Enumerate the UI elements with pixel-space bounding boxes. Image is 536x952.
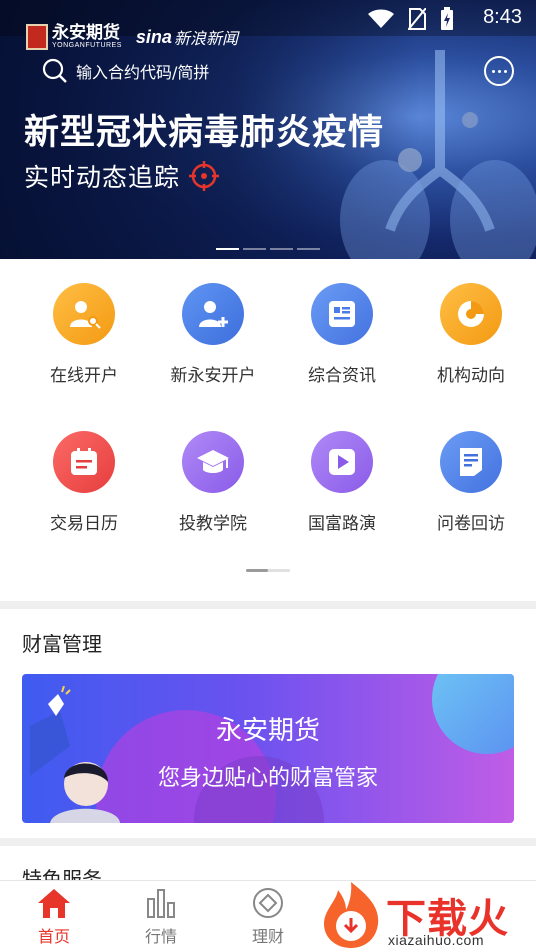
no-sim-icon	[408, 8, 426, 30]
tab-label: 理财	[251, 927, 284, 946]
grid-item-new-yongan-account[interactable]: 新永安开户	[148, 283, 278, 386]
grid-item-label: 机构动向	[437, 366, 505, 386]
diamond-coin-icon	[253, 888, 283, 918]
news-list-icon	[311, 283, 373, 345]
person-key-icon	[53, 283, 115, 345]
wealth-section-title: 财富管理	[22, 632, 102, 656]
bar-chart-icon	[147, 889, 175, 918]
section-divider	[0, 838, 536, 846]
brand-logos: 永安期货 YONGANFUTURES sina 新浪新闻	[26, 24, 238, 50]
banner-headline: 新型冠状病毒肺炎疫情	[24, 113, 385, 153]
xiazaihuo-watermark: 下载火 xiazaihuo.com	[316, 878, 536, 952]
epidemic-banner[interactable]: 8:43 永安期货 YONGANFUTURES sina 新浪新闻 输入合约代码…	[0, 0, 536, 259]
section-divider	[0, 601, 536, 609]
search-placeholder: 输入合约代码/简拼	[76, 63, 210, 82]
wealth-banner-subtitle: 您身边贴心的财富管家	[157, 766, 378, 791]
yongan-mark	[26, 24, 48, 50]
tab-label: 行情	[144, 927, 177, 946]
search-icon	[42, 58, 67, 83]
grid-item-label: 交易日历	[50, 514, 118, 534]
more-menu-button[interactable]	[484, 56, 514, 86]
app-screen: 8:43 永安期货 YONGANFUTURES sina 新浪新闻 输入合约代码…	[0, 0, 536, 952]
calendar-icon	[53, 431, 115, 493]
function-grid: 在线开户 新永安开户 综合资讯 机构动向 交易日历 投教学院 国富路演 问卷回访	[0, 259, 536, 601]
home-icon	[38, 889, 70, 918]
yongan-logo: 永安期货 YONGANFUTURES	[26, 24, 122, 50]
grid-item-label: 新永安开户	[170, 366, 256, 386]
grid-item-news[interactable]: 综合资讯	[277, 283, 407, 386]
carousel-dot[interactable]	[270, 248, 293, 250]
grid-item-label: 在线开户	[50, 366, 118, 386]
grid-page-indicator-active	[246, 569, 268, 572]
status-icons	[368, 7, 454, 31]
tab-home[interactable]: 首页	[14, 887, 94, 947]
carousel-dot[interactable]	[297, 248, 320, 250]
tab-market[interactable]: 行情	[121, 887, 201, 947]
grid-item-label: 投教学院	[179, 514, 247, 534]
more-dot	[497, 69, 501, 73]
grid-item-guofu-roadshow[interactable]: 国富路演	[277, 431, 407, 534]
grid-item-trading-calendar[interactable]: 交易日历	[19, 431, 149, 534]
sina-news-text: 新浪新闻	[173, 29, 238, 48]
graduation-cap-icon	[182, 431, 244, 493]
survey-doc-icon	[440, 431, 502, 493]
sina-news-logo: sina 新浪新闻	[136, 25, 238, 49]
wifi-icon	[368, 9, 394, 28]
pie-chart-icon	[440, 283, 502, 345]
more-dot	[491, 69, 495, 73]
play-icon	[311, 431, 373, 493]
grid-item-investor-academy[interactable]: 投教学院	[148, 431, 278, 534]
grid-item-label: 国富路演	[308, 514, 376, 534]
carousel-indicator	[216, 248, 320, 250]
watermark-url: xiazaihuo.com	[388, 932, 484, 948]
yongan-logo-cn: 永安期货	[52, 23, 120, 43]
tab-wealth[interactable]: 理财	[228, 887, 308, 947]
grid-item-label: 问卷回访	[437, 514, 505, 534]
target-icon	[189, 161, 220, 191]
banner-subline: 实时动态追踪	[24, 158, 220, 194]
carousel-dot[interactable]	[243, 248, 266, 250]
wealth-banner[interactable]: 永安期货 您身边贴心的财富管家	[22, 674, 514, 823]
flame-logo-icon	[324, 882, 379, 948]
carousel-dot[interactable]	[216, 248, 239, 250]
grid-item-institution-trends[interactable]: 机构动向	[406, 283, 536, 386]
search-bar[interactable]: 输入合约代码/简拼	[42, 58, 209, 84]
grid-item-label: 综合资讯	[308, 366, 376, 386]
battery-charging-icon	[441, 7, 453, 30]
butler-illustration	[30, 686, 120, 823]
more-dot	[503, 69, 507, 73]
wealth-banner-title: 永安期货	[215, 716, 320, 746]
status-time: 8:43	[483, 6, 522, 28]
tab-label: 首页	[37, 927, 70, 946]
grid-item-survey[interactable]: 问卷回访	[406, 431, 536, 534]
yongan-logo-en: YONGANFUTURES	[52, 42, 122, 49]
grid-item-online-account[interactable]: 在线开户	[19, 283, 149, 386]
banner-subline-text: 实时动态追踪	[24, 163, 181, 192]
grid-page-indicator	[246, 569, 290, 572]
person-add-icon	[182, 283, 244, 345]
sina-brand: sina	[135, 26, 172, 47]
